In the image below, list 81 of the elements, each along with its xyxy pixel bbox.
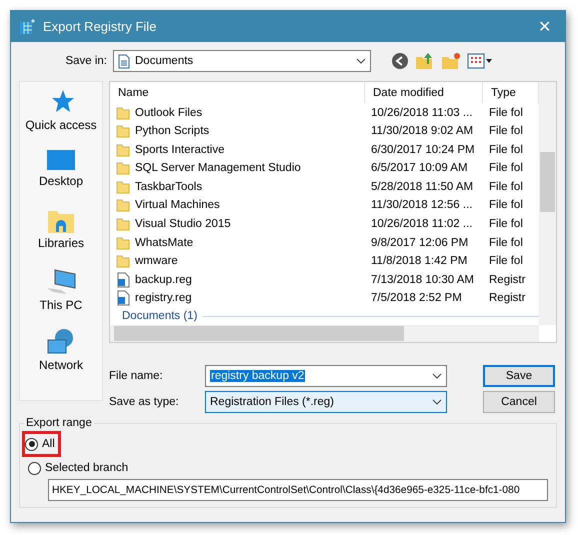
vertical-scrollbar[interactable] xyxy=(539,82,556,325)
folder-icon xyxy=(116,142,130,157)
type-cell-text: File fol xyxy=(488,162,524,174)
folder-icon xyxy=(116,180,130,194)
date-cell-text: 11/30/2018 12:56 ... xyxy=(370,199,474,212)
save-in-label: Save in: xyxy=(64,55,107,67)
up-folder-icon[interactable] xyxy=(415,52,435,70)
chevron-down-icon xyxy=(356,58,366,64)
document-icon xyxy=(118,54,130,68)
type-cell-text: Registr xyxy=(488,274,526,286)
folder-icon xyxy=(116,124,130,138)
file-name[interactable]: backup.reg xyxy=(135,274,192,286)
type-cell-text: File fol xyxy=(488,236,524,249)
registry-icon xyxy=(19,18,35,34)
place-item[interactable]: Libraries xyxy=(38,236,84,250)
view-menu-icon[interactable] xyxy=(467,53,493,69)
date-cell-text: 6/30/2017 10:24 PM xyxy=(370,144,476,156)
file-name[interactable]: Virtual Machines xyxy=(135,199,220,212)
date-cell-text: 10/26/2018 11:03 ... xyxy=(370,106,474,119)
type-cell-text: File fol xyxy=(488,125,524,138)
folder-icon xyxy=(116,106,130,120)
folder-icon xyxy=(116,198,130,212)
date-cell-text: 11/30/2018 9:02 AM xyxy=(370,125,474,138)
place-item[interactable]: Network xyxy=(38,358,83,372)
folder-icon xyxy=(47,208,75,234)
type-cell-text: File fol xyxy=(488,180,524,193)
close-button[interactable]: ✕ xyxy=(532,16,557,36)
file-name[interactable]: Sports Interactive xyxy=(135,144,224,156)
folder-icon xyxy=(116,217,130,232)
file-name-label: File name: xyxy=(109,370,164,382)
place-item[interactable]: Quick access xyxy=(25,118,97,132)
date-cell-text: 11/8/2018 1:42 PM xyxy=(370,255,468,268)
place-item[interactable]: This PC xyxy=(40,298,82,312)
radio-option[interactable]: Selected branch xyxy=(28,459,548,477)
folder-icon xyxy=(116,161,130,176)
date-cell-text: 5/28/2018 11:50 AM xyxy=(370,180,474,193)
file-name[interactable]: TaskbarTools xyxy=(135,180,202,193)
file-name[interactable]: Python Scripts xyxy=(135,125,210,138)
folder-icon xyxy=(116,236,130,250)
chevron-down-icon xyxy=(432,373,442,379)
network-icon xyxy=(46,328,76,356)
file-name[interactable]: wmware xyxy=(135,255,178,268)
save-as-type-dropdown[interactable]: Registration Files (*.reg) xyxy=(205,391,447,413)
date-cell-text: 7/13/2018 10:30 AM xyxy=(370,274,475,286)
file-name[interactable]: registry.reg xyxy=(135,292,192,304)
folder-icon xyxy=(116,254,130,268)
window-title: Export Registry File xyxy=(43,19,158,34)
new-folder-icon[interactable] xyxy=(441,52,461,70)
cancel-button[interactable]: Cancel xyxy=(483,391,555,413)
column-header[interactable]: Date modified xyxy=(365,82,483,104)
date-cell-text: 6/5/2017 10:09 AM xyxy=(370,162,469,174)
group-header[interactable]: Documents (1) xyxy=(122,310,198,322)
computer-icon xyxy=(45,268,77,296)
date-cell-text: 9/8/2017 12:06 PM xyxy=(370,236,470,249)
type-cell-text: File fol xyxy=(488,144,524,156)
date-cell-text: 7/5/2018 2:52 PM xyxy=(370,292,463,304)
type-cell-text: File fol xyxy=(488,218,524,230)
file-name-field[interactable]: registry backup v2 xyxy=(205,365,447,387)
radio-option[interactable]: All xyxy=(25,435,55,453)
file-name[interactable]: Visual Studio 2015 xyxy=(135,218,231,230)
type-cell-text: File fol xyxy=(488,199,524,212)
type-cell-text: File fol xyxy=(488,255,524,268)
file-name[interactable]: Outlook Files xyxy=(135,106,202,119)
registry-file-icon xyxy=(116,272,130,288)
save-in-dropdown[interactable]: Documents xyxy=(113,50,371,72)
save-button[interactable]: Save xyxy=(483,365,555,387)
registry-file-icon xyxy=(116,290,130,306)
file-name[interactable]: SQL Server Management Studio xyxy=(135,162,301,174)
branch-field[interactable]: HKEY_LOCAL_MACHINE\SYSTEM\CurrentControlSet\Control\Class\{4d36e965-e325-11ce-bfc1-080 xyxy=(48,479,548,501)
place-item[interactable]: Desktop xyxy=(38,174,84,188)
back-icon[interactable] xyxy=(391,52,409,70)
date-cell-text: 10/26/2018 11:02 ... xyxy=(370,218,474,230)
horizontal-scrollbar[interactable] xyxy=(110,325,539,342)
group-title: Export range xyxy=(25,417,93,429)
desktop-icon xyxy=(46,148,76,172)
column-header[interactable]: Name xyxy=(110,82,365,104)
file-name[interactable]: WhatsMate xyxy=(135,236,194,249)
type-cell-text: File fol xyxy=(488,106,524,119)
chevron-down-icon xyxy=(432,399,442,405)
type-cell-text: Registr xyxy=(488,292,526,304)
save-as-type-label: Save as type: xyxy=(109,396,180,408)
